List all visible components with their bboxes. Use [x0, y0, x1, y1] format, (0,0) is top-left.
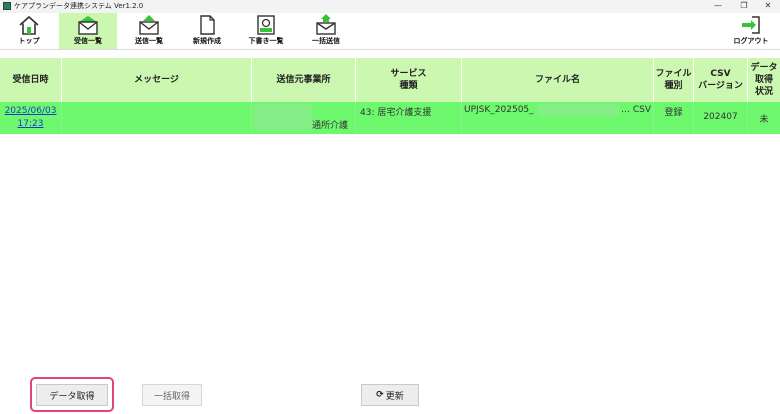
toolbar-label: トップ	[18, 37, 40, 45]
date-link[interactable]: 2025/06/03 17:23	[0, 105, 61, 131]
column-header-message[interactable]: メッセージ	[62, 58, 252, 102]
column-header-service[interactable]: サービス 種類	[356, 58, 462, 102]
cell-date[interactable]: 2025/06/03 17:23	[0, 102, 62, 134]
status-text: 未	[759, 115, 769, 125]
restore-button[interactable]: ❐	[732, 0, 756, 13]
column-header-sender[interactable]: 送信元事業所	[252, 58, 356, 102]
title-bar: ケアプランデータ連携システム Ver1.2.0 — ❐ ✕	[0, 0, 780, 13]
filename-prefix: UPJSK_202505_	[464, 105, 534, 115]
column-header-date[interactable]: 受信日時	[0, 58, 62, 102]
inbox-icon	[78, 16, 98, 35]
refresh-icon: ⟳	[376, 390, 384, 400]
logout-icon	[742, 16, 760, 34]
cell-filename: UPJSK_202505_ … CSV	[462, 102, 654, 134]
refresh-label: 更新	[385, 391, 404, 402]
redacted-filename	[538, 104, 620, 116]
table-row[interactable]: 2025/06/03 17:23 通所介護 43: 居宅介護支援 UPJSK_2…	[0, 102, 780, 134]
toolbar-label: 受信一覧	[74, 37, 102, 45]
cell-csv-version: 202407	[694, 102, 748, 134]
refresh-button[interactable]: ⟳ 更新	[361, 384, 419, 406]
minimize-button[interactable]: —	[706, 0, 730, 13]
toolbar-label: 下書き一覧	[248, 37, 284, 45]
redacted-sender	[254, 104, 312, 130]
toolbar-drafts-button[interactable]: 下書き一覧	[237, 13, 295, 49]
draft-icon	[257, 15, 275, 35]
date-text[interactable]: 2025/06/03	[5, 106, 57, 116]
toolbar-label: 一括送信	[312, 37, 340, 45]
column-header-file-type[interactable]: ファイル 種別	[654, 58, 694, 102]
new-document-icon	[200, 15, 215, 35]
bulk-send-icon	[316, 14, 336, 35]
toolbar-inbox-button[interactable]: 受信一覧	[59, 13, 117, 49]
sender-suffix: 通所介護	[312, 121, 349, 131]
toolbar-label: 送信一覧	[135, 37, 163, 45]
column-header-status[interactable]: データ 取得 状況	[748, 58, 780, 102]
time-text[interactable]: 17:23	[18, 119, 44, 129]
close-button[interactable]: ✕	[756, 0, 780, 13]
column-header-csv-version[interactable]: CSV バージョン	[694, 58, 748, 102]
toolbar-bulk-send-button[interactable]: 一括送信	[299, 13, 353, 49]
file-type-text: 登録	[664, 108, 683, 118]
toolbar-label: ログアウト	[733, 37, 769, 45]
service-text: 43: 居宅介護支援	[360, 108, 432, 118]
sent-icon	[139, 15, 159, 35]
cell-status: 未	[748, 102, 780, 134]
bulk-fetch-button[interactable]: 一括取得	[142, 384, 202, 406]
cell-file-type: 登録	[654, 102, 694, 134]
home-icon	[19, 15, 39, 35]
toolbar: トップ 受信一覧 送信一覧 新規作成 下書き一覧 一括送信 ログアウト	[0, 13, 780, 50]
window-title: ケアプランデータ連携システム Ver1.2.0	[14, 2, 144, 10]
column-header-filename[interactable]: ファイル名	[462, 58, 654, 102]
cell-service: 43: 居宅介護支援	[356, 102, 462, 134]
fetch-data-button[interactable]: データ取得	[36, 384, 108, 406]
csv-version-text: 202407	[703, 112, 738, 122]
toolbar-label: 新規作成	[193, 37, 221, 45]
toolbar-new-button[interactable]: 新規作成	[181, 13, 233, 49]
filename-suffix: … CSV	[621, 105, 652, 115]
toolbar-top-button[interactable]: トップ	[4, 13, 54, 49]
toolbar-logout-button[interactable]: ログアウト	[724, 13, 778, 49]
app-icon	[3, 2, 11, 10]
cell-sender: 通所介護	[252, 102, 356, 134]
cell-message	[62, 102, 252, 134]
table-header: 受信日時 メッセージ 送信元事業所 サービス 種類 ファイル名 ファイル 種別 …	[0, 58, 780, 102]
toolbar-sent-button[interactable]: 送信一覧	[121, 13, 177, 49]
